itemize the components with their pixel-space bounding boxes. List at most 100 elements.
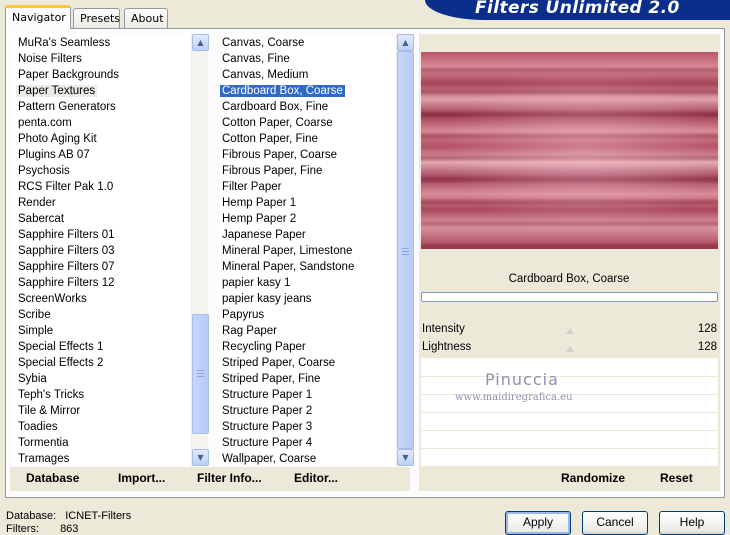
help-button[interactable]: Help [659,511,725,535]
param-value: 128 [697,341,717,353]
list-item[interactable]: Tile & Mirror [14,403,192,419]
list-item-label: Special Effects 2 [18,357,104,369]
list-item[interactable]: Hemp Paper 2 [218,211,396,227]
lightness-slider[interactable]: Lightness 128 [421,340,718,358]
list-item-label: Hemp Paper 2 [222,213,297,225]
list-item[interactable]: Cardboard Box, Fine [218,99,396,115]
list-item[interactable]: Cotton Paper, Coarse [218,115,396,131]
list-item[interactable]: Tormentia [14,435,192,451]
list-item[interactable]: Canvas, Coarse [218,35,396,51]
tab-presets[interactable]: Presets [73,8,120,28]
list-item-label: Filter Paper [222,181,282,193]
intensity-slider[interactable]: Intensity 128 [421,322,718,340]
list-item[interactable]: Structure Paper 3 [218,419,396,435]
list-item[interactable]: Sapphire Filters 03 [14,243,192,259]
filter-scrollbar[interactable]: ▲ ▼ [396,34,414,466]
list-item[interactable]: Noise Filters [14,51,192,67]
list-item-label: Cardboard Box, Coarse [220,85,345,97]
scroll-thumb[interactable] [397,51,414,449]
list-item[interactable]: Special Effects 1 [14,339,192,355]
list-item[interactable]: Mineral Paper, Limestone [218,243,396,259]
list-item[interactable]: Canvas, Medium [218,67,396,83]
scroll-down-icon[interactable]: ▼ [192,449,209,466]
list-item[interactable]: Scribe [14,307,192,323]
list-item[interactable]: Canvas, Fine [218,51,396,67]
list-item[interactable]: Structure Paper 4 [218,435,396,451]
editor-button[interactable]: Editor... [294,471,338,485]
watermark-name: Pinuccia [485,370,559,389]
list-item[interactable]: Filter Paper [218,179,396,195]
filters-value: 863 [60,523,79,535]
scroll-up-icon[interactable]: ▲ [192,34,209,51]
list-item[interactable]: Sapphire Filters 12 [14,275,192,291]
list-item[interactable]: Striped Paper, Coarse [218,355,396,371]
list-item[interactable]: papier kasy 1 [218,275,396,291]
list-item-label: Structure Paper 4 [222,437,313,449]
selected-filter-name: Cardboard Box, Coarse [508,273,630,285]
filter-list[interactable]: Canvas, Coarse Canvas, Fine Canvas, Medium… [218,34,396,466]
list-item-label: Sabercat [18,213,65,225]
list-item[interactable]: Fibrous Paper, Coarse [218,147,396,163]
list-item[interactable]: Rag Paper [218,323,396,339]
list-item-label: Noise Filters [18,53,82,65]
list-item-label: Tormentia [18,437,69,449]
filter-info-button[interactable]: Filter Info... [197,471,262,485]
list-item[interactable]: Fibrous Paper, Fine [218,163,396,179]
list-item-label: Canvas, Fine [222,53,290,65]
list-item[interactable]: Paper Textures [14,83,192,99]
list-item[interactable]: RCS Filter Pak 1.0 [14,179,192,195]
cancel-button[interactable]: Cancel [582,511,648,535]
list-item-label: Recycling Paper [222,341,306,353]
list-item[interactable]: Sybia [14,371,192,387]
list-item[interactable]: penta.com [14,115,192,131]
list-item[interactable]: Simple [14,323,192,339]
list-item[interactable]: Paper Backgrounds [14,67,192,83]
list-item[interactable]: Structure Paper 1 [218,387,396,403]
list-item[interactable]: Special Effects 2 [14,355,192,371]
scroll-thumb[interactable] [192,314,209,434]
apply-button[interactable]: Apply [505,511,571,535]
list-item[interactable]: Photo Aging Kit [14,131,192,147]
list-item[interactable]: Tramages [14,451,192,466]
list-item[interactable]: Sapphire Filters 07 [14,259,192,275]
list-item[interactable]: papier kasy jeans [218,291,396,307]
list-item[interactable]: Japanese Paper [218,227,396,243]
list-item[interactable]: Sapphire Filters 01 [14,227,192,243]
randomize-button[interactable]: Randomize [561,471,625,485]
list-item[interactable]: Cotton Paper, Fine [218,131,396,147]
database-label: Database: [6,510,57,522]
category-list[interactable]: MuRa's Seamless Noise Filters Paper Backgr… [14,34,192,466]
scroll-down-icon[interactable]: ▼ [397,449,414,466]
list-item[interactable]: Sabercat [14,211,192,227]
list-item[interactable]: Pattern Generators [14,99,192,115]
scroll-up-icon[interactable]: ▲ [397,34,414,51]
filters-label: Filters: [6,523,39,535]
list-item[interactable]: Render [14,195,192,211]
list-item[interactable]: Structure Paper 2 [218,403,396,419]
tab-about[interactable]: About [124,8,168,28]
list-item[interactable]: Recycling Paper [218,339,396,355]
list-item-label: papier kasy 1 [222,277,291,289]
list-item[interactable]: Psychosis [14,163,192,179]
list-item[interactable]: Wallpaper, Coarse [218,451,396,466]
list-item[interactable]: ScreenWorks [14,291,192,307]
list-item[interactable]: Papyrus [218,307,396,323]
list-item[interactable]: Mineral Paper, Sandstone [218,259,396,275]
tab-navigator[interactable]: Navigator [5,5,71,29]
list-item-label: Hemp Paper 1 [222,197,297,209]
list-item[interactable]: Hemp Paper 1 [218,195,396,211]
reset-button[interactable]: Reset [660,471,693,485]
database-button[interactable]: Database [26,471,79,485]
list-item-label: Psychosis [18,165,70,177]
category-scrollbar[interactable]: ▲ ▼ [191,34,209,466]
list-item[interactable]: Toadies [14,419,192,435]
list-item[interactable]: Cardboard Box, Coarse [218,83,396,99]
import-button[interactable]: Import... [118,471,165,485]
list-item-label: Structure Paper 1 [222,389,313,401]
list-item[interactable]: MuRa's Seamless [14,35,192,51]
list-item[interactable]: Teph's Tricks [14,387,192,403]
list-item-label: Pattern Generators [18,101,116,113]
list-item[interactable]: Plugins AB 07 [14,147,192,163]
tab-label: Navigator [12,11,66,24]
list-item[interactable]: Striped Paper, Fine [218,371,396,387]
